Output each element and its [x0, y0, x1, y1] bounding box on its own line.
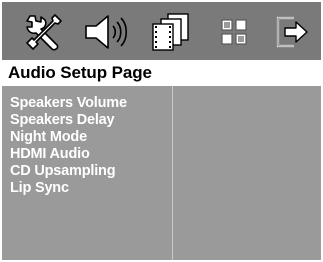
setup-toolbar: [2, 2, 321, 60]
menu-item-speakers-delay[interactable]: Speakers Delay: [2, 112, 172, 129]
menu-item-night-mode[interactable]: Night Mode: [2, 129, 172, 146]
preference-grid-icon[interactable]: [214, 12, 254, 52]
menu-item-hdmi-audio[interactable]: HDMI Audio: [2, 146, 172, 163]
setup-menu: Speakers Volume Speakers Delay Night Mod…: [2, 86, 172, 262]
page-title: Audio Setup Page: [8, 63, 152, 82]
tools-icon[interactable]: [24, 12, 64, 52]
menu-item-lip-sync[interactable]: Lip Sync: [2, 180, 172, 197]
speaker-icon[interactable]: [82, 12, 132, 52]
options-pane: [173, 86, 321, 260]
film-icon[interactable]: [148, 12, 194, 52]
exit-icon[interactable]: [272, 12, 312, 52]
menu-item-cd-upsampling[interactable]: CD Upsampling: [2, 163, 172, 180]
setup-content: Speakers Volume Speakers Delay Night Mod…: [2, 86, 321, 260]
menu-item-speakers-volume[interactable]: Speakers Volume: [2, 95, 172, 112]
page-header: Audio Setup Page: [2, 60, 321, 86]
setup-screen: Audio Setup Page Speakers Volume Speaker…: [0, 0, 323, 262]
